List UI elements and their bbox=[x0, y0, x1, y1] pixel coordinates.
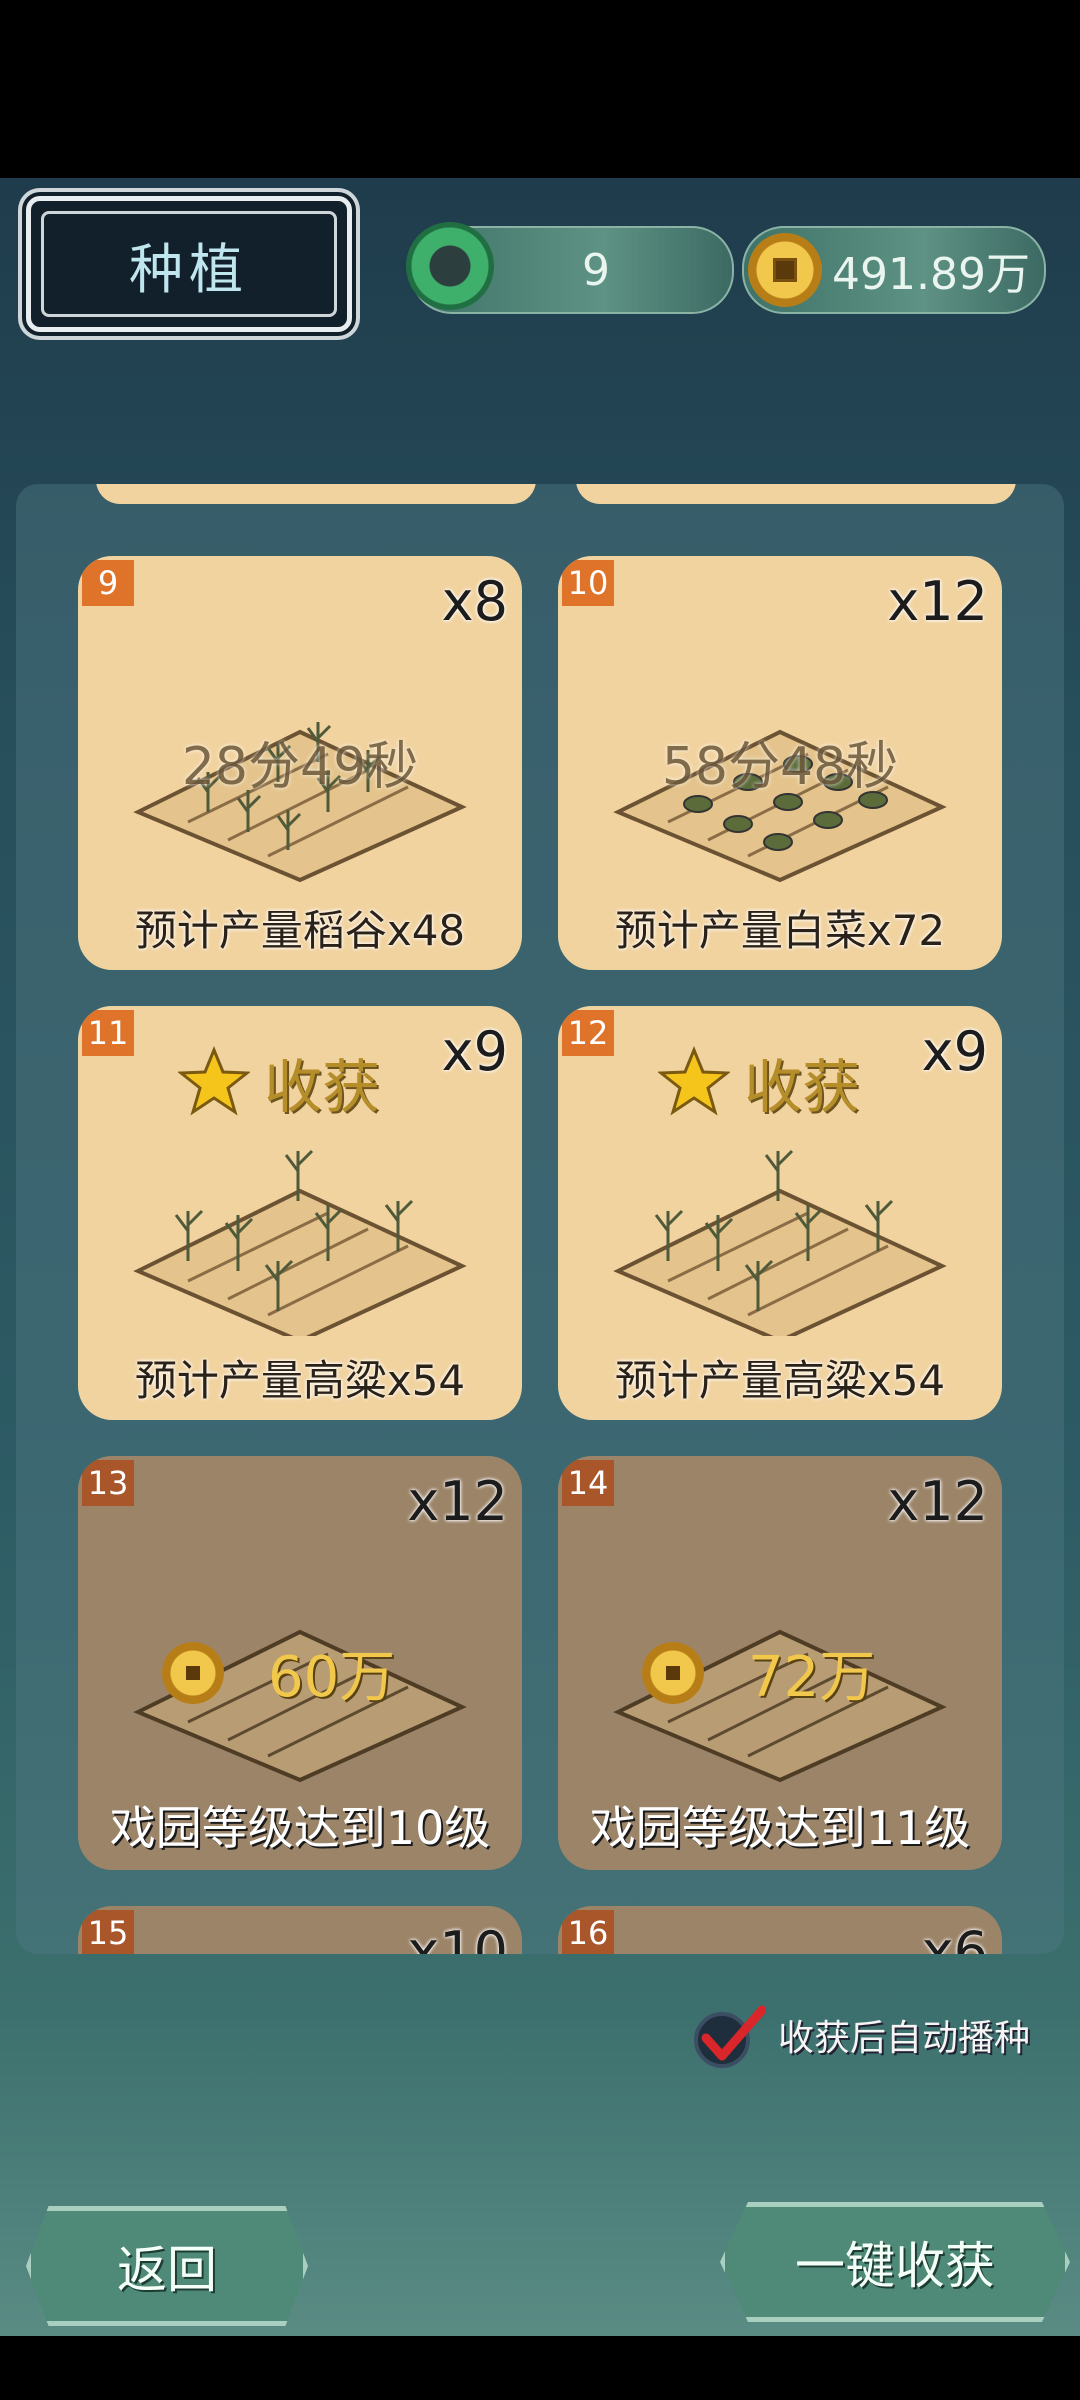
unlock-price-value: 60万 bbox=[268, 1645, 396, 1710]
plot-multiplier: x9 bbox=[921, 1020, 988, 1083]
plot-caption: 预计产量高粱x54 bbox=[614, 1356, 946, 1405]
plot-multiplier: x6 bbox=[921, 1920, 988, 1954]
coin-resource-bar: 491.89万 bbox=[742, 226, 1046, 314]
plot-number-badge: 12 bbox=[562, 1010, 614, 1056]
plot-number-badge: 10 bbox=[562, 560, 614, 606]
harvest-indicator[interactable]: 收获 bbox=[178, 1040, 380, 1124]
title-plaque: 种植 bbox=[26, 196, 352, 332]
coin-icon bbox=[162, 1641, 224, 1704]
plot-multiplier: x12 bbox=[407, 1470, 508, 1533]
plot-card-15[interactable]: 15 x10 bbox=[78, 1906, 522, 1954]
plot-card-16[interactable]: 16 x6 bbox=[558, 1906, 1002, 1954]
plot-card-partial bbox=[576, 484, 1016, 504]
coin-icon bbox=[642, 1641, 704, 1704]
back-button[interactable]: 返回 bbox=[26, 2206, 308, 2326]
plot-caption: 预计产量高粱x54 bbox=[134, 1356, 466, 1405]
jade-ring-icon bbox=[406, 222, 494, 310]
harvest-indicator[interactable]: 收获 bbox=[658, 1040, 860, 1124]
auto-sow-label: 收获后自动播种 bbox=[778, 2018, 1031, 2059]
unlock-price[interactable]: 60万 bbox=[162, 1632, 395, 1713]
plot-list[interactable]: 9 x8 28分49秒 预计产量稻谷x48 10 x12 58分48秒 预计产量… bbox=[16, 484, 1064, 1954]
plot-number-badge: 15 bbox=[82, 1910, 134, 1954]
plot-number-badge: 16 bbox=[562, 1910, 614, 1954]
harvest-all-button[interactable]: 一键收获 bbox=[720, 2202, 1070, 2322]
unlock-price[interactable]: 72万 bbox=[642, 1632, 875, 1713]
plot-card-partial bbox=[96, 484, 536, 504]
sorghum-field-icon bbox=[613, 1149, 947, 1336]
growth-timer: 28分49秒 bbox=[181, 737, 419, 797]
plot-card-10[interactable]: 10 x12 58分48秒 预计产量白菜x72 bbox=[558, 556, 1002, 970]
plot-card-11[interactable]: 11 x9 收获 预计产量高粱x54 bbox=[78, 1006, 522, 1420]
plot-card-12[interactable]: 12 x9 收获 预计产量高粱x54 bbox=[558, 1006, 1002, 1420]
plot-number-badge: 9 bbox=[82, 560, 134, 606]
plot-multiplier: x9 bbox=[441, 1020, 508, 1083]
plot-multiplier: x8 bbox=[441, 570, 508, 633]
star-icon bbox=[178, 1046, 250, 1116]
plot-multiplier: x10 bbox=[407, 1920, 508, 1954]
plot-multiplier: x12 bbox=[887, 570, 988, 633]
plot-card-9[interactable]: 9 x8 28分49秒 预计产量稻谷x48 bbox=[78, 556, 522, 970]
sorghum-field-icon bbox=[133, 1149, 467, 1336]
unlock-requirement: 戏园等级达到10级 bbox=[109, 1801, 491, 1855]
plot-caption: 预计产量稻谷x48 bbox=[134, 906, 466, 955]
auto-sow-toggle[interactable]: 收获后自动播种 bbox=[692, 2000, 1030, 2070]
star-icon bbox=[658, 1046, 730, 1116]
status-bar bbox=[0, 0, 1080, 178]
checkbox-checked-icon[interactable] bbox=[692, 2000, 766, 2070]
jade-count: 9 bbox=[582, 244, 610, 296]
harvest-label: 收获 bbox=[264, 1053, 381, 1121]
plot-card-13[interactable]: 13 x12 60万 戏园等级达到10级 bbox=[78, 1456, 522, 1870]
jade-resource-bar: 9 bbox=[406, 222, 734, 314]
coin-count: 491.89万 bbox=[832, 249, 1030, 300]
plot-card-14[interactable]: 14 x12 72万 戏园等级达到11级 bbox=[558, 1456, 1002, 1870]
unlock-requirement: 戏园等级达到11级 bbox=[589, 1801, 971, 1855]
coin-icon bbox=[748, 233, 822, 307]
plot-multiplier: x12 bbox=[887, 1470, 988, 1533]
harvest-label: 收获 bbox=[744, 1053, 861, 1121]
page-title: 种植 bbox=[129, 237, 249, 301]
plot-caption: 预计产量白菜x72 bbox=[614, 906, 946, 955]
plot-number-badge: 14 bbox=[562, 1460, 614, 1506]
navigation-bar bbox=[0, 2336, 1080, 2400]
growth-timer: 58分48秒 bbox=[661, 737, 899, 797]
unlock-price-value: 72万 bbox=[748, 1645, 876, 1710]
plot-number-badge: 13 bbox=[82, 1460, 134, 1506]
plot-number-badge: 11 bbox=[82, 1010, 134, 1056]
